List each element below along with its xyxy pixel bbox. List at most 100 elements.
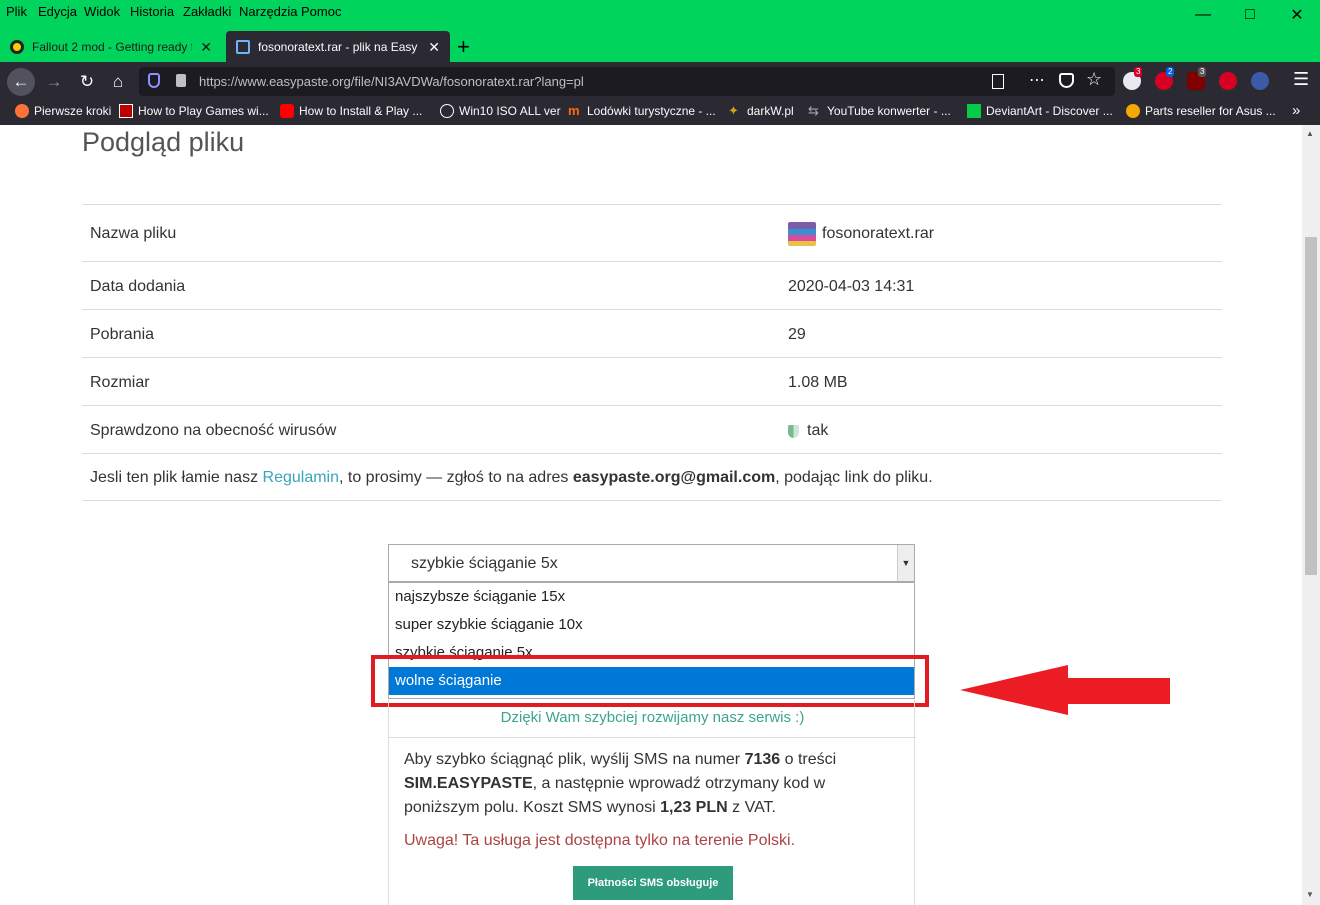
close-tab-icon[interactable]: ✕ bbox=[200, 39, 212, 56]
close-tab-icon[interactable]: ✕ bbox=[428, 39, 440, 56]
url-text[interactable]: https://www.easypaste.org/file/NI3AVDWa/… bbox=[199, 74, 584, 89]
bookmark-label: Win10 ISO ALL ver bbox=[459, 104, 561, 118]
more-actions-icon[interactable]: ⋯ bbox=[1029, 70, 1045, 90]
back-icon[interactable]: ← bbox=[7, 68, 35, 96]
info-row-filename: Nazwa pliku fosonoratext.rar bbox=[82, 204, 1222, 261]
scrollbar-thumb[interactable] bbox=[1305, 237, 1317, 575]
page-scrollbar[interactable]: ▲ ▼ bbox=[1302, 125, 1320, 905]
firefox-icon bbox=[15, 104, 29, 118]
menu-pomoc[interactable]: Pomoc bbox=[301, 4, 341, 19]
bookmark-label: darkW.pl bbox=[747, 104, 794, 118]
bookmark-label: Parts reseller for Asus ... bbox=[1145, 104, 1276, 118]
report-text: , to prosimy — zgłoś to na adres bbox=[339, 469, 573, 486]
download-speed-select[interactable]: szybkie ściąganie 5x ▼ bbox=[388, 544, 915, 582]
sms-payment-badge: Płatności SMS obsługuje bbox=[573, 866, 733, 900]
chevron-down-icon[interactable]: ▼ bbox=[897, 545, 914, 581]
bookmark-item[interactable]: Parts reseller for Asus ... bbox=[1126, 104, 1276, 118]
menu-historia[interactable]: Historia bbox=[130, 4, 174, 19]
close-window-icon[interactable]: ✕ bbox=[1274, 0, 1320, 30]
menu-zakladki[interactable]: Zakładki bbox=[183, 4, 231, 19]
report-row: Jesli ten plik łamie nasz Regulamin, to … bbox=[82, 453, 1222, 501]
bookmark-item[interactable]: ⇆ YouTube konwerter - ... bbox=[808, 103, 951, 119]
sms-price: 1,23 PLN bbox=[660, 799, 728, 816]
regulamin-link[interactable]: Regulamin bbox=[263, 469, 339, 486]
radiation-icon bbox=[10, 39, 24, 54]
converter-icon: ⇆ bbox=[808, 103, 819, 118]
sms-code: SIM.EASYPASTE bbox=[404, 775, 533, 792]
bookmark-item[interactable]: Pierwsze kroki bbox=[15, 104, 111, 118]
bookmark-item[interactable]: Win10 ISO ALL ver bbox=[440, 104, 561, 118]
row-key: Pobrania bbox=[90, 326, 155, 343]
menu-widok[interactable]: Widok bbox=[84, 4, 120, 19]
tracking-shield-icon[interactable] bbox=[148, 73, 160, 88]
bookmark-label: DeviantArt - Discover ... bbox=[986, 104, 1113, 118]
tab-fallout[interactable]: Fallout 2 mod - Getting ready f ✕ bbox=[0, 31, 222, 62]
hamburger-menu-icon[interactable]: ☰ bbox=[1293, 69, 1309, 90]
info-row-date: Data dodania 2020-04-03 14:31 bbox=[82, 261, 1222, 309]
bookmark-label: Pierwsze kroki bbox=[34, 104, 112, 118]
site-icon bbox=[1126, 104, 1140, 118]
row-value: 2020-04-03 14:31 bbox=[788, 278, 915, 295]
sms-text: o treści bbox=[780, 751, 837, 768]
globe-icon[interactable] bbox=[1251, 72, 1269, 90]
extension-badge: 2 bbox=[1166, 67, 1175, 77]
bookmark-item[interactable]: How to Play Games wi... bbox=[119, 104, 269, 118]
bookmarks-overflow-icon[interactable]: » bbox=[1292, 102, 1300, 119]
row-value: tak bbox=[788, 422, 828, 440]
bookmark-item[interactable]: DeviantArt - Discover ... bbox=[967, 104, 1113, 118]
row-value: 1.08 MB bbox=[788, 374, 848, 391]
reload-icon[interactable]: ↻ bbox=[73, 68, 101, 96]
bookmark-label: How to Install & Play ... bbox=[299, 104, 423, 118]
bookmark-label: Lodówki turystyczne - ... bbox=[587, 104, 716, 118]
lock-icon[interactable] bbox=[176, 74, 186, 87]
page-title: Podgląd pliku bbox=[82, 127, 245, 157]
rar-archive-icon bbox=[788, 222, 816, 246]
bookmark-item[interactable]: ✦ darkW.pl bbox=[728, 103, 794, 119]
extension-badge: 3 bbox=[1198, 67, 1207, 77]
forward-icon[interactable]: → bbox=[40, 68, 68, 96]
info-row-downloads: Pobrania 29 bbox=[82, 309, 1222, 357]
reader-view-icon[interactable] bbox=[992, 74, 1004, 89]
menu-narzedzia[interactable]: Narzędzia bbox=[239, 4, 298, 19]
option-super-fast[interactable]: super szybkie ściąganie 10x bbox=[389, 611, 914, 639]
bookmark-item[interactable]: m Lodówki turystyczne - ... bbox=[568, 103, 716, 119]
select-value: szybkie ściąganie 5x bbox=[411, 555, 558, 572]
divider bbox=[389, 737, 916, 738]
report-text: Jesli ten plik łamie nasz bbox=[90, 469, 263, 486]
row-key: Sprawdzono na obecność wirusów bbox=[90, 422, 337, 439]
row-key: Rozmiar bbox=[90, 374, 150, 391]
bookmark-item[interactable]: How to Install & Play ... bbox=[280, 104, 422, 118]
url-bar[interactable]: https://www.easypaste.org/file/NI3AVDWa/… bbox=[139, 67, 1115, 96]
scroll-up-icon[interactable]: ▲ bbox=[1306, 129, 1314, 138]
extension-badge: 3 bbox=[1134, 67, 1143, 77]
sms-number: 7136 bbox=[744, 751, 781, 768]
document-copy-icon bbox=[236, 39, 250, 54]
page-content: Podgląd pliku Nazwa pliku fosonoratext.r… bbox=[0, 125, 1302, 905]
tab-easypaste[interactable]: fosonoratext.rar - plik na EasyP ✕ bbox=[226, 31, 450, 62]
wings-icon: ✦ bbox=[728, 103, 739, 118]
home-icon[interactable]: ⌂ bbox=[104, 68, 132, 96]
scroll-down-icon[interactable]: ▼ bbox=[1306, 890, 1314, 899]
navigation-toolbar: ← → ↻ ⌂ https://www.easypaste.org/file/N… bbox=[0, 62, 1320, 100]
virus-check-value: tak bbox=[807, 422, 829, 439]
row-key: Nazwa pliku bbox=[90, 225, 177, 242]
pocket-icon[interactable] bbox=[1059, 73, 1074, 88]
warning-message: Uwaga! Ta usługa jest dostępna tylko na … bbox=[404, 832, 796, 849]
option-fastest[interactable]: najszybsze ściąganie 15x bbox=[389, 583, 914, 611]
sms-text: Aby szybko ściągnąć plik, wyślij SMS na … bbox=[404, 751, 745, 768]
report-text: , podając link do pliku. bbox=[775, 469, 933, 486]
adblock-icon[interactable] bbox=[1219, 72, 1237, 90]
menu-plik[interactable]: Plik bbox=[6, 4, 27, 19]
tab-label: fosonoratext.rar - plik na EasyP bbox=[258, 39, 418, 54]
minimize-icon[interactable]: — bbox=[1180, 0, 1226, 30]
maximize-icon[interactable]: □ bbox=[1227, 0, 1273, 30]
info-row-virus-check: Sprawdzono na obecność wirusów tak bbox=[82, 405, 1222, 453]
sms-instructions: Aby szybko ściągnąć plik, wyślij SMS na … bbox=[404, 748, 904, 820]
bookmark-star-icon[interactable]: ☆ bbox=[1086, 69, 1102, 90]
menu-edycja[interactable]: Edycja bbox=[38, 4, 77, 19]
row-value: 29 bbox=[788, 326, 806, 343]
bookmark-label: YouTube konwerter - ... bbox=[827, 104, 951, 118]
red-arrow-annotation bbox=[960, 665, 1170, 715]
new-tab-icon[interactable]: + bbox=[457, 34, 470, 60]
allegro-icon: m bbox=[568, 103, 580, 118]
